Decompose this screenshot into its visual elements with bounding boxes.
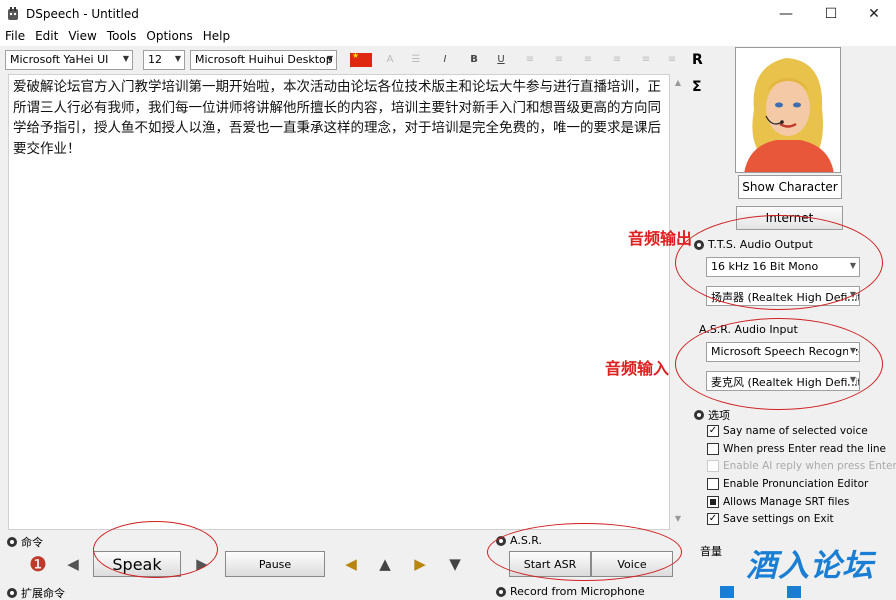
pin-icon[interactable] [694, 410, 704, 420]
info-icon[interactable]: ❶ [23, 551, 53, 577]
commands-label: 命令 [7, 534, 43, 550]
character-avatar [735, 47, 841, 173]
underline-button[interactable]: U [493, 52, 509, 68]
format-toolbar: Microsoft YaHei UI ▼ 12 ▼ Microsoft Huih… [0, 50, 690, 72]
voice-select[interactable]: Microsoft Huihui Desktop ▼ [190, 50, 337, 70]
menu-view[interactable]: View [63, 28, 101, 46]
text-editor[interactable]: 爱破解论坛官方入门教学培训第一期开始啦，本次活动由论坛各位技术版主和论坛大牛参与… [8, 74, 670, 530]
option-label: When press Enter read the line [723, 443, 887, 455]
show-character-button[interactable]: Show Character [738, 175, 842, 199]
font-size-select[interactable]: 12 ▼ [143, 50, 185, 70]
chevron-down-icon: ▼ [326, 54, 333, 63]
option-pronunciation-editor[interactable]: Enable Pronunciation Editor [707, 478, 868, 490]
scroll-up-icon[interactable]: ▲ [670, 78, 686, 92]
menu-tools[interactable]: Tools [102, 28, 142, 46]
record-microphone-label: Record from Microphone [496, 585, 645, 598]
option-label: Allows Manage SRT files [723, 496, 850, 508]
commands-text: 命令 [21, 536, 43, 549]
record-microphone-text: Record from Microphone [510, 585, 645, 598]
option-label: Enable AI reply when press Enter [723, 460, 896, 472]
menu-help[interactable]: Help [198, 28, 235, 46]
annotation-ellipse [675, 318, 883, 410]
option-manage-srt[interactable]: Allows Manage SRT files [707, 496, 849, 508]
checkbox-indeterminate-icon[interactable] [707, 496, 719, 508]
pin-icon[interactable] [496, 586, 506, 597]
arrow-left-icon[interactable]: ◀ [336, 551, 366, 577]
scroll-down-icon[interactable]: ▼ [670, 514, 686, 528]
option-enter-read-line[interactable]: When press Enter read the line [707, 443, 886, 455]
checkbox-disabled-icon [707, 460, 719, 472]
checkbox-checked-icon[interactable]: ✓ [707, 513, 719, 525]
checkbox-checked-icon[interactable]: ✓ [707, 425, 719, 437]
chevron-down-icon: ▼ [122, 54, 129, 63]
extended-commands-text: 扩展命令 [21, 587, 65, 600]
annotation-ellipse [487, 523, 682, 581]
maximize-button[interactable]: ☐ [809, 0, 853, 28]
bold-button[interactable]: B [466, 52, 482, 68]
previous-arrow-icon[interactable]: ◀ [58, 551, 88, 577]
extended-commands-label: 扩展命令 [7, 585, 65, 600]
chevron-down-icon: ▼ [174, 54, 181, 63]
option-ai-reply: Enable AI reply when press Enter [707, 460, 896, 472]
option-label: Say name of selected voice [723, 425, 868, 437]
sum-icon[interactable]: Σ [692, 79, 702, 95]
audio-input-annotation: 音频输入 [605, 359, 670, 378]
align-right-button[interactable]: ≡ [580, 52, 596, 68]
editor-scrollbar[interactable]: ▲ ▼ [670, 74, 686, 530]
volume-slider-icon[interactable] [720, 586, 734, 598]
audio-output-annotation: 音频输出 [628, 229, 693, 248]
title-bar: DSpeech - Untitled — ☐ ✕ [0, 0, 896, 28]
outdent-button[interactable]: ≡ [664, 52, 680, 68]
annotation-ellipse [93, 521, 218, 578]
annotation-ellipse [675, 215, 883, 310]
pause-button[interactable]: Pause [225, 551, 325, 577]
align-center-button[interactable]: ≡ [551, 52, 567, 68]
window-title: DSpeech - Untitled [26, 7, 139, 21]
menu-edit[interactable]: Edit [30, 28, 63, 46]
menu-bar: File Edit View Tools Options Help [0, 28, 896, 46]
app-icon [8, 7, 18, 20]
font-color-button[interactable]: A [382, 52, 398, 68]
character-image [736, 48, 840, 172]
close-button[interactable]: ✕ [852, 0, 896, 28]
italic-button[interactable]: I [437, 52, 453, 68]
arrow-down-icon[interactable]: ▼ [440, 551, 470, 577]
watermark-logo: 酒入论坛 [746, 548, 874, 584]
font-size-value: 12 [148, 53, 162, 66]
options-text: 选项 [708, 409, 730, 422]
option-label: Enable Pronunciation Editor [723, 478, 869, 490]
options-label: 选项 [694, 407, 730, 423]
editor-text: 爱破解论坛官方入门教学培训第一期开始啦，本次活动由论坛各位技术版主和论坛大牛参与… [13, 79, 661, 157]
volume-label: 音量 [700, 543, 722, 559]
pin-icon[interactable] [7, 588, 17, 598]
speed-slider-icon[interactable] [787, 586, 801, 598]
font-name-select[interactable]: Microsoft YaHei UI ▼ [5, 50, 133, 70]
option-save-settings[interactable]: ✓ Save settings on Exit [707, 513, 834, 525]
pin-icon[interactable] [7, 537, 17, 547]
option-say-voice-name[interactable]: ✓ Say name of selected voice [707, 425, 868, 437]
volume-text: 音量 [700, 545, 722, 558]
indent-button[interactable]: ≡ [638, 52, 654, 68]
justify-button[interactable]: ≡ [609, 52, 625, 68]
option-label: Save settings on Exit [723, 513, 834, 525]
menu-options[interactable]: Options [141, 28, 197, 46]
arrow-up-icon[interactable]: ▲ [370, 551, 400, 577]
arrow-right-icon[interactable]: ▶ [405, 551, 435, 577]
menu-file[interactable]: File [0, 28, 30, 46]
align-left-button[interactable]: ≡ [522, 52, 538, 68]
checkbox-unchecked-icon[interactable] [707, 443, 719, 455]
language-flag-icon[interactable] [350, 51, 372, 67]
checkbox-unchecked-icon[interactable] [707, 478, 719, 490]
list-button[interactable]: ☰ [408, 52, 424, 68]
font-name-value: Microsoft YaHei UI [10, 53, 109, 66]
voice-value: Microsoft Huihui Desktop [195, 53, 333, 66]
reset-icon[interactable]: R [692, 52, 703, 68]
minimize-button[interactable]: — [764, 0, 808, 28]
